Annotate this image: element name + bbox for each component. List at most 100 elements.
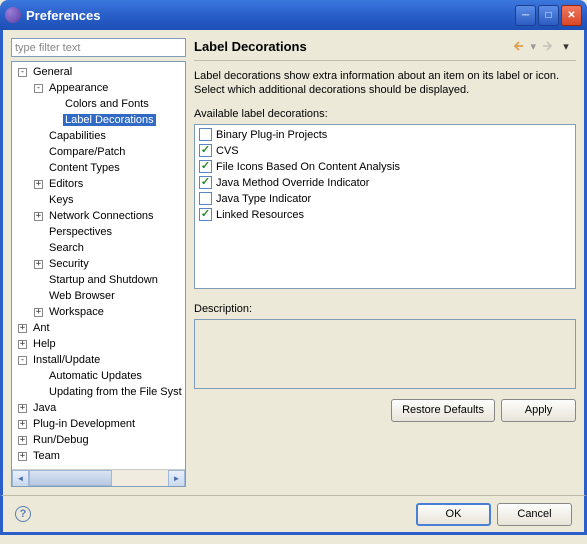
tree-item[interactable]: Capabilities bbox=[12, 128, 185, 144]
expand-icon[interactable]: + bbox=[34, 260, 43, 269]
restore-defaults-button[interactable]: Restore Defaults bbox=[391, 399, 495, 422]
scroll-left-arrow[interactable]: ◄ bbox=[12, 470, 29, 487]
available-decorations-label: Available label decorations: bbox=[194, 108, 576, 120]
page-title: Label Decorations bbox=[194, 39, 510, 54]
tree-item[interactable]: Content Types bbox=[12, 160, 185, 176]
tree-item-label: Compare/Patch bbox=[47, 146, 127, 158]
checkbox[interactable] bbox=[199, 128, 212, 141]
tree-item[interactable]: + Help bbox=[12, 336, 185, 352]
collapse-icon[interactable]: - bbox=[34, 84, 43, 93]
scroll-thumb[interactable] bbox=[29, 470, 112, 486]
tree-item[interactable]: Perspectives bbox=[12, 224, 185, 240]
tree-item-label: Java bbox=[31, 402, 58, 414]
tree-item[interactable]: + Workspace bbox=[12, 304, 185, 320]
forward-button bbox=[538, 38, 554, 54]
collapse-icon[interactable]: - bbox=[18, 356, 27, 365]
minimize-button[interactable]: ─ bbox=[515, 5, 536, 26]
expand-icon[interactable]: + bbox=[18, 324, 27, 333]
tree-item-label: Colors and Fonts bbox=[63, 98, 151, 110]
decoration-item[interactable]: Java Method Override Indicator bbox=[197, 175, 573, 191]
tree-item-label: Run/Debug bbox=[31, 434, 91, 446]
apply-button[interactable]: Apply bbox=[501, 399, 576, 422]
ok-button[interactable]: OK bbox=[416, 503, 491, 526]
decoration-item[interactable]: Binary Plug-in Projects bbox=[197, 127, 573, 143]
tree-item-label: Perspectives bbox=[47, 226, 114, 238]
tree-item-label: Team bbox=[31, 450, 62, 462]
decoration-item[interactable]: Java Type Indicator bbox=[197, 191, 573, 207]
nav-separator: ▾ bbox=[530, 40, 536, 53]
tree-item[interactable]: -Appearance bbox=[12, 80, 185, 96]
tree-item[interactable]: +Network Connections bbox=[12, 208, 185, 224]
back-button[interactable] bbox=[512, 38, 528, 54]
page-description: Label decorations show extra information… bbox=[194, 69, 576, 98]
tree-item[interactable]: -General bbox=[12, 64, 185, 80]
scroll-right-arrow[interactable]: ► bbox=[168, 470, 185, 487]
description-label: Description: bbox=[194, 303, 576, 315]
close-button[interactable]: ✕ bbox=[561, 5, 582, 26]
collapse-icon[interactable]: - bbox=[18, 68, 27, 77]
tree-item-label: Plug-in Development bbox=[31, 418, 137, 430]
checkbox[interactable] bbox=[199, 192, 212, 205]
tree-item[interactable]: + Ant bbox=[12, 320, 185, 336]
checkbox[interactable] bbox=[199, 176, 212, 189]
tree-item-label: General bbox=[31, 66, 74, 78]
expand-icon[interactable]: + bbox=[34, 180, 43, 189]
tree-item[interactable]: -Install/Update bbox=[12, 352, 185, 368]
menu-dropdown-icon[interactable]: ▾ bbox=[558, 38, 574, 54]
cancel-button[interactable]: Cancel bbox=[497, 503, 572, 526]
decoration-label: File Icons Based On Content Analysis bbox=[216, 161, 400, 173]
tree-item[interactable]: + Security bbox=[12, 256, 185, 272]
tree-item[interactable]: Colors and Fonts bbox=[12, 96, 185, 112]
decoration-item[interactable]: Linked Resources bbox=[197, 207, 573, 223]
tree-item[interactable]: + Plug-in Development bbox=[12, 416, 185, 432]
expand-icon[interactable]: + bbox=[34, 212, 43, 221]
decoration-label: Java Method Override Indicator bbox=[216, 177, 369, 189]
expand-icon[interactable]: + bbox=[18, 420, 27, 429]
checkbox[interactable] bbox=[199, 144, 212, 157]
tree-item[interactable]: Compare/Patch bbox=[12, 144, 185, 160]
tree-item-label: Automatic Updates bbox=[47, 370, 144, 382]
expand-icon[interactable]: + bbox=[18, 404, 27, 413]
tree-container: -General-AppearanceColors and FontsLabel… bbox=[11, 61, 186, 487]
tree-item-label: Capabilities bbox=[47, 130, 108, 142]
tree-item[interactable]: + Run/Debug bbox=[12, 432, 185, 448]
decoration-item[interactable]: CVS bbox=[197, 143, 573, 159]
tree-item[interactable]: Automatic Updates bbox=[12, 368, 185, 384]
decoration-label: CVS bbox=[216, 145, 239, 157]
checkbox[interactable] bbox=[199, 160, 212, 173]
expand-icon[interactable]: + bbox=[18, 340, 27, 349]
titlebar[interactable]: Preferences ─ □ ✕ bbox=[0, 0, 587, 30]
help-icon[interactable]: ? bbox=[15, 506, 31, 522]
checkbox[interactable] bbox=[199, 208, 212, 221]
expand-icon[interactable]: + bbox=[34, 308, 43, 317]
tree-item[interactable]: Updating from the File Syst bbox=[12, 384, 185, 400]
expand-icon[interactable]: + bbox=[18, 436, 27, 445]
tree-item-label: Ant bbox=[31, 322, 52, 334]
horizontal-scrollbar[interactable]: ◄ ► bbox=[12, 469, 185, 486]
filter-input[interactable] bbox=[11, 38, 186, 57]
tree-item[interactable]: + Java bbox=[12, 400, 185, 416]
maximize-button[interactable]: □ bbox=[538, 5, 559, 26]
tree-item-label: Install/Update bbox=[31, 354, 102, 366]
tree-item-label: Web Browser bbox=[47, 290, 117, 302]
tree-item[interactable]: + Team bbox=[12, 448, 185, 464]
decoration-label: Java Type Indicator bbox=[216, 193, 311, 205]
tree-item[interactable]: Label Decorations bbox=[12, 112, 185, 128]
tree-item-label: Security bbox=[47, 258, 91, 270]
tree-item-label: Label Decorations bbox=[63, 114, 156, 126]
tree-item-label: Workspace bbox=[47, 306, 106, 318]
decoration-item[interactable]: File Icons Based On Content Analysis bbox=[197, 159, 573, 175]
tree-item[interactable]: Keys bbox=[12, 192, 185, 208]
tree-item[interactable]: Web Browser bbox=[12, 288, 185, 304]
tree-item[interactable]: Startup and Shutdown bbox=[12, 272, 185, 288]
preferences-tree[interactable]: -General-AppearanceColors and FontsLabel… bbox=[12, 62, 185, 469]
tree-item[interactable]: +Editors bbox=[12, 176, 185, 192]
tree-item-label: Content Types bbox=[47, 162, 122, 174]
decoration-label: Binary Plug-in Projects bbox=[216, 129, 327, 141]
tree-item-label: Help bbox=[31, 338, 58, 350]
tree-item[interactable]: Search bbox=[12, 240, 185, 256]
left-panel: -General-AppearanceColors and FontsLabel… bbox=[11, 38, 186, 487]
tree-item-label: Search bbox=[47, 242, 86, 254]
decorations-list: Binary Plug-in Projects CVS File Icons Bas… bbox=[194, 124, 576, 289]
expand-icon[interactable]: + bbox=[18, 452, 27, 461]
